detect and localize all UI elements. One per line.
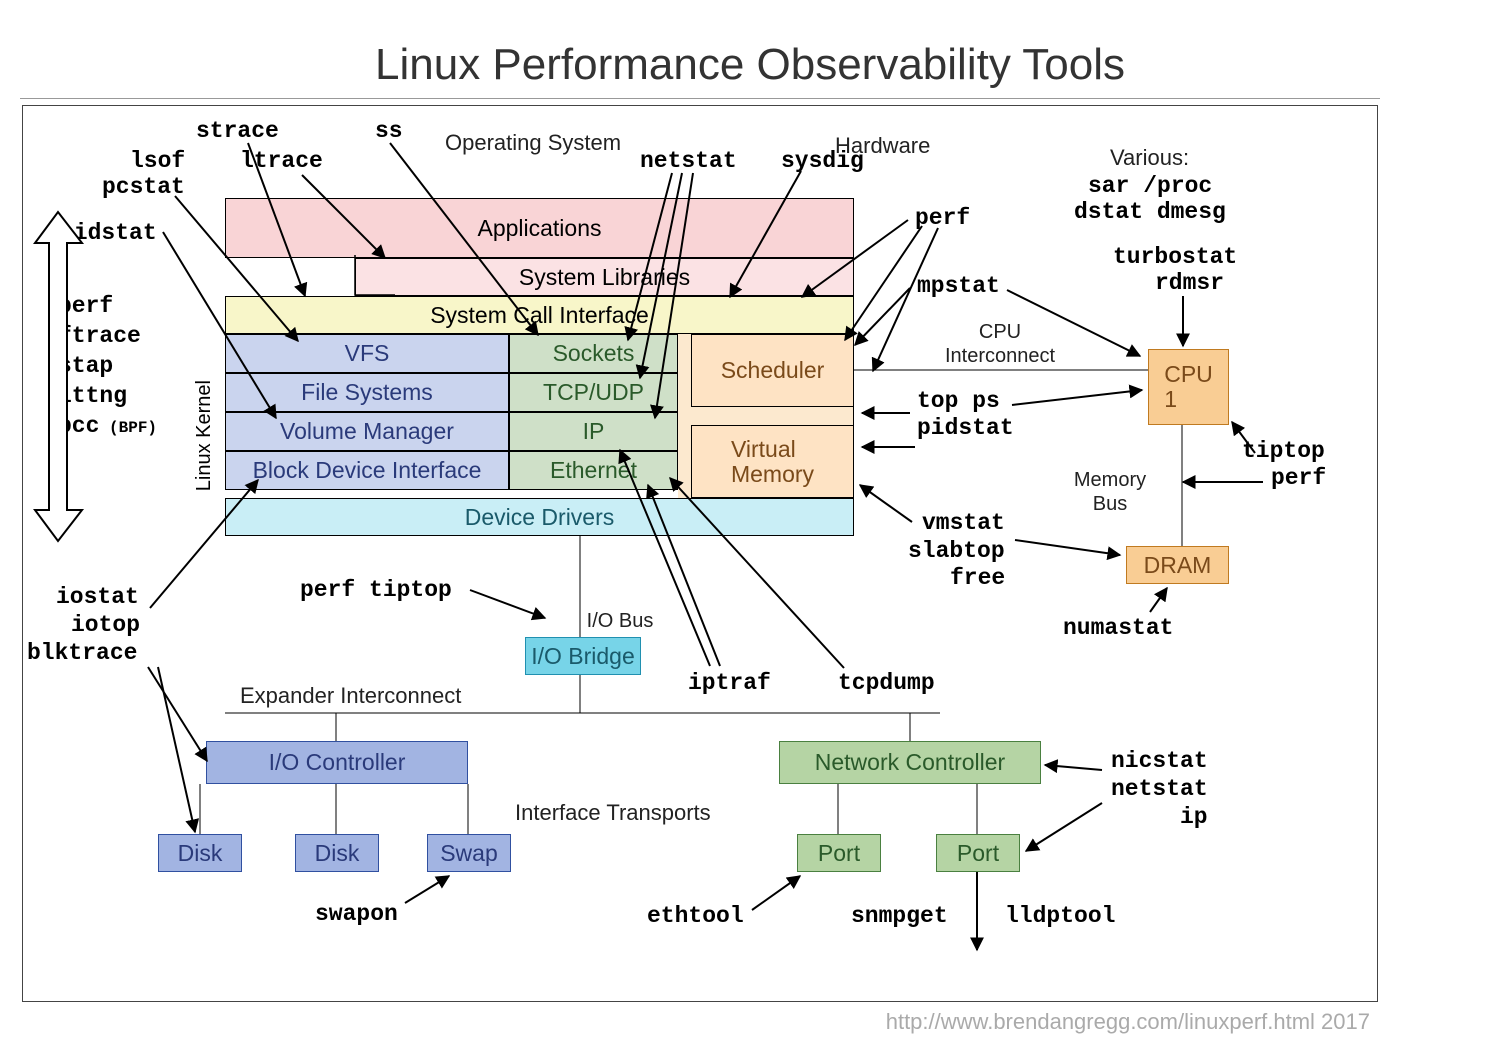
label-expander-interconnect: Expander Interconnect: [240, 683, 461, 709]
box-vfs: VFS: [225, 334, 509, 373]
tool-top-ps: top ps: [917, 388, 1000, 414]
tool-iptraf: iptraf: [688, 670, 771, 696]
tool-ip: ip: [1180, 804, 1208, 830]
tool-iotop: iotop: [71, 612, 140, 638]
tool-mpstat: mpstat: [917, 273, 1000, 299]
footer-text: http://www.brendangregg.com/linuxperf.ht…: [886, 1009, 1370, 1035]
tool-sysdig: sysdig: [781, 148, 864, 174]
label-operating-system: Operating System: [445, 130, 621, 156]
box-applications: Applications: [225, 198, 854, 258]
box-syscall-interface: System Call Interface: [225, 296, 854, 334]
box-port-1: Port: [797, 834, 881, 872]
box-scheduler: Scheduler: [691, 334, 854, 407]
tool-dstat-dmesg: dstat dmesg: [1074, 199, 1226, 225]
tool-numastat: numastat: [1063, 615, 1173, 641]
tool-lsof: lsof: [130, 148, 185, 174]
box-disk-2: Disk: [295, 834, 379, 872]
tool-perf2: perf: [1271, 465, 1326, 491]
box-ethernet: Ethernet: [509, 451, 678, 490]
label-memory-bus: MemoryBus: [1065, 468, 1155, 516]
tool-ethtool: ethtool: [647, 903, 744, 929]
label-interface-transports: Interface Transports: [515, 800, 711, 826]
title-divider: [20, 98, 1380, 99]
tool-perf-ftrace-group: perfftracestaplttngbcc (BPF): [58, 292, 157, 441]
tool-sar-proc: sar /proc: [1088, 173, 1212, 199]
tool-tcpdump: tcpdump: [838, 670, 935, 696]
box-ip: IP: [509, 412, 678, 451]
box-tcpudp: TCP/UDP: [509, 373, 678, 412]
label-cpu-interconnect: CPUInterconnect: [940, 320, 1060, 368]
tool-strace: strace: [196, 118, 279, 144]
tool-vmstat: vmstat: [922, 510, 1005, 536]
tool-rdmsr: rdmsr: [1155, 270, 1224, 296]
tool-perf-top: perf: [915, 205, 970, 231]
tool-pcstat: pcstat: [102, 174, 185, 200]
box-swap: Swap: [427, 834, 511, 872]
box-io-controller: I/O Controller: [206, 741, 468, 784]
diagram-title: Linux Performance Observability Tools: [0, 40, 1500, 90]
box-disk-1: Disk: [158, 834, 242, 872]
tool-perf-tiptop: perf tiptop: [300, 577, 452, 603]
box-block-device-interface: Block Device Interface: [225, 451, 509, 490]
box-system-libraries: System Libraries: [355, 258, 854, 296]
tool-slabtop: slabtop: [908, 538, 1005, 564]
label-various: Various:: [1110, 145, 1189, 171]
tool-free: free: [950, 565, 1005, 591]
box-volume-manager: Volume Manager: [225, 412, 509, 451]
box-dram: DRAM: [1126, 546, 1229, 584]
box-virtual-memory: VirtualMemory: [691, 425, 854, 498]
box-device-drivers: Device Drivers: [225, 498, 854, 536]
label-io-bus: I/O Bus: [580, 610, 660, 633]
tool-tiptop: tiptop: [1242, 438, 1325, 464]
tool-pidstat: pidstat: [60, 220, 157, 246]
box-io-bridge: I/O Bridge: [525, 637, 641, 675]
tool-blktrace: blktrace: [27, 640, 137, 666]
tool-nicstat: nicstat: [1111, 748, 1208, 774]
box-port-2: Port: [936, 834, 1020, 872]
tool-pidstat2: pidstat: [917, 415, 1014, 441]
box-network-controller: Network Controller: [779, 741, 1041, 784]
tool-lldptool: lldptool: [1005, 903, 1115, 929]
tool-ss: ss: [375, 118, 403, 144]
tool-swapon: swapon: [315, 901, 398, 927]
tool-netstat: netstat: [640, 148, 737, 174]
tool-turbostat: turbostat: [1113, 244, 1237, 270]
box-filesystems: File Systems: [225, 373, 509, 412]
box-sockets: Sockets: [509, 334, 678, 373]
tool-ltrace: ltrace: [240, 148, 323, 174]
tool-iostat: iostat: [56, 584, 139, 610]
box-cpu: CPU1: [1148, 349, 1229, 425]
tool-snmpget: snmpget: [851, 903, 948, 929]
tool-netstat2: netstat: [1111, 776, 1208, 802]
label-linux-kernel: Linux Kernel: [193, 380, 216, 491]
